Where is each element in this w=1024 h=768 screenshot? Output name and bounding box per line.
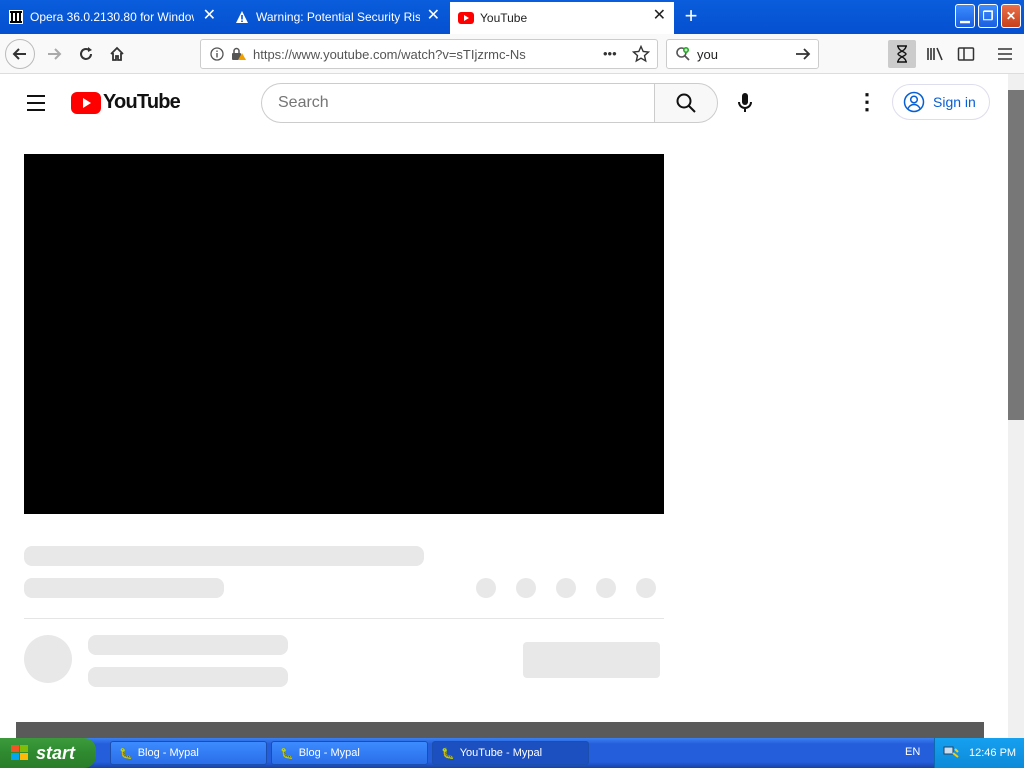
sidebar-icon [957,47,975,61]
bank-icon [8,9,24,25]
hamburger-icon [998,48,1012,60]
windows-taskbar: start 🐛 Blog - Mypal 🐛 Blog - Mypal 🐛 Yo… [0,738,1024,768]
reload-button[interactable] [72,40,100,68]
settings-more-button[interactable]: ⋮ [856,89,878,115]
close-tab-icon[interactable]: ✕ [203,8,216,24]
sign-in-button[interactable]: Sign in [892,84,990,120]
sidebar-button[interactable] [952,40,980,68]
title-placeholder [24,546,424,566]
bookmark-star-icon[interactable] [631,44,651,68]
home-button[interactable] [103,40,131,68]
action-placeholder [596,578,616,598]
video-player[interactable] [24,154,664,514]
taskbar-item-label: YouTube - Mypal [459,747,543,759]
tab-label: YouTube [480,11,528,25]
windows-logo-icon [11,745,28,760]
microphone-icon [738,93,752,112]
downloads-button[interactable] [888,40,916,68]
network-icon[interactable] [943,745,959,762]
go-arrow-icon[interactable] [794,46,812,67]
action-placeholder [476,578,496,598]
hamburger-icon [27,95,45,111]
horizontal-scrollbar[interactable] [16,722,984,738]
new-tab-button[interactable]: + [680,4,702,28]
voice-search-button[interactable] [735,91,755,120]
url-text: https://www.youtube.com/watch?v=sTIjzrmc… [253,47,526,62]
forward-arrow-icon [48,48,62,60]
library-icon [927,47,943,61]
library-button[interactable] [921,40,949,68]
menu-button[interactable] [991,40,1019,68]
back-button[interactable] [5,39,35,69]
youtube-play-icon [71,91,101,114]
action-placeholder [636,578,656,598]
browser-tab-bar: Opera 36.0.2130.80 for Windows ✕ Warning… [0,0,1024,34]
taskbar-item-blog-2[interactable]: 🐛 Blog - Mypal [271,741,428,765]
views-placeholder [24,578,224,598]
mypal-icon: 🐛 [441,747,455,760]
taskbar-item-blog-1[interactable]: 🐛 Blog - Mypal [110,741,267,765]
search-bar[interactable]: you [666,39,819,69]
search-bar-text: you [697,47,718,62]
taskbar-item-label: Blog - Mypal [137,747,199,759]
hourglass-icon [897,45,907,63]
forward-button[interactable] [40,40,68,68]
start-button[interactable]: start [0,738,96,768]
youtube-masthead: YouTube ⋮ Sign in [0,74,1008,132]
mypal-icon: 🐛 [280,747,294,760]
start-label: start [36,742,76,763]
sign-in-label: Sign in [933,94,976,110]
clock: 12:46 PM [969,747,1017,759]
back-arrow-icon [12,48,26,60]
url-bar[interactable]: https://www.youtube.com/watch?v=sTIjzrmc… [200,39,658,69]
scrollbar-thumb[interactable] [1008,90,1024,420]
taskbar-item-label: Blog - Mypal [298,747,360,759]
avatar-placeholder [24,635,72,683]
tab-opera[interactable]: Opera 36.0.2130.80 for Windows ✕ [0,2,224,32]
home-icon [110,46,124,61]
close-tab-icon[interactable]: ✕ [427,8,440,24]
page-actions-button[interactable]: ••• [603,46,617,61]
browser-nav-bar: https://www.youtube.com/watch?v=sTIjzrmc… [0,34,1024,74]
system-tray: 12:46 PM [934,738,1024,768]
close-window-button[interactable]: ✕ [1001,4,1021,28]
youtube-logo-text: YouTube [103,91,181,113]
account-icon [903,91,925,113]
action-placeholder [556,578,576,598]
minimize-button[interactable]: ▁ [955,4,975,28]
taskbar-item-youtube[interactable]: 🐛 YouTube - Mypal [432,741,589,765]
restore-button[interactable]: ❐ [978,4,998,28]
language-indicator[interactable]: EN [905,746,920,758]
guide-menu-button[interactable] [24,91,48,120]
subscribe-placeholder [523,642,660,678]
tab-label: Warning: Potential Security Risk A [256,10,420,24]
lock-warning-icon[interactable] [230,47,246,66]
divider [24,618,664,619]
reload-icon [80,47,92,60]
close-tab-icon[interactable]: ✕ [653,8,666,24]
search-icon [676,93,696,113]
subs-placeholder [88,667,288,687]
channel-placeholder [88,635,288,655]
youtube-search-button[interactable] [654,83,718,123]
tab-youtube[interactable]: YouTube ✕ [450,2,674,34]
action-placeholder [516,578,536,598]
youtube-logo[interactable]: YouTube [71,91,181,114]
warning-icon [234,9,250,25]
youtube-search-input[interactable] [261,83,655,123]
mypal-icon: 🐛 [119,747,133,760]
info-icon[interactable] [210,47,224,66]
search-engine-icon[interactable] [675,46,691,67]
youtube-icon [458,10,474,26]
tab-warning[interactable]: Warning: Potential Security Risk A ✕ [226,2,448,32]
tab-label: Opera 36.0.2130.80 for Windows [30,10,194,24]
